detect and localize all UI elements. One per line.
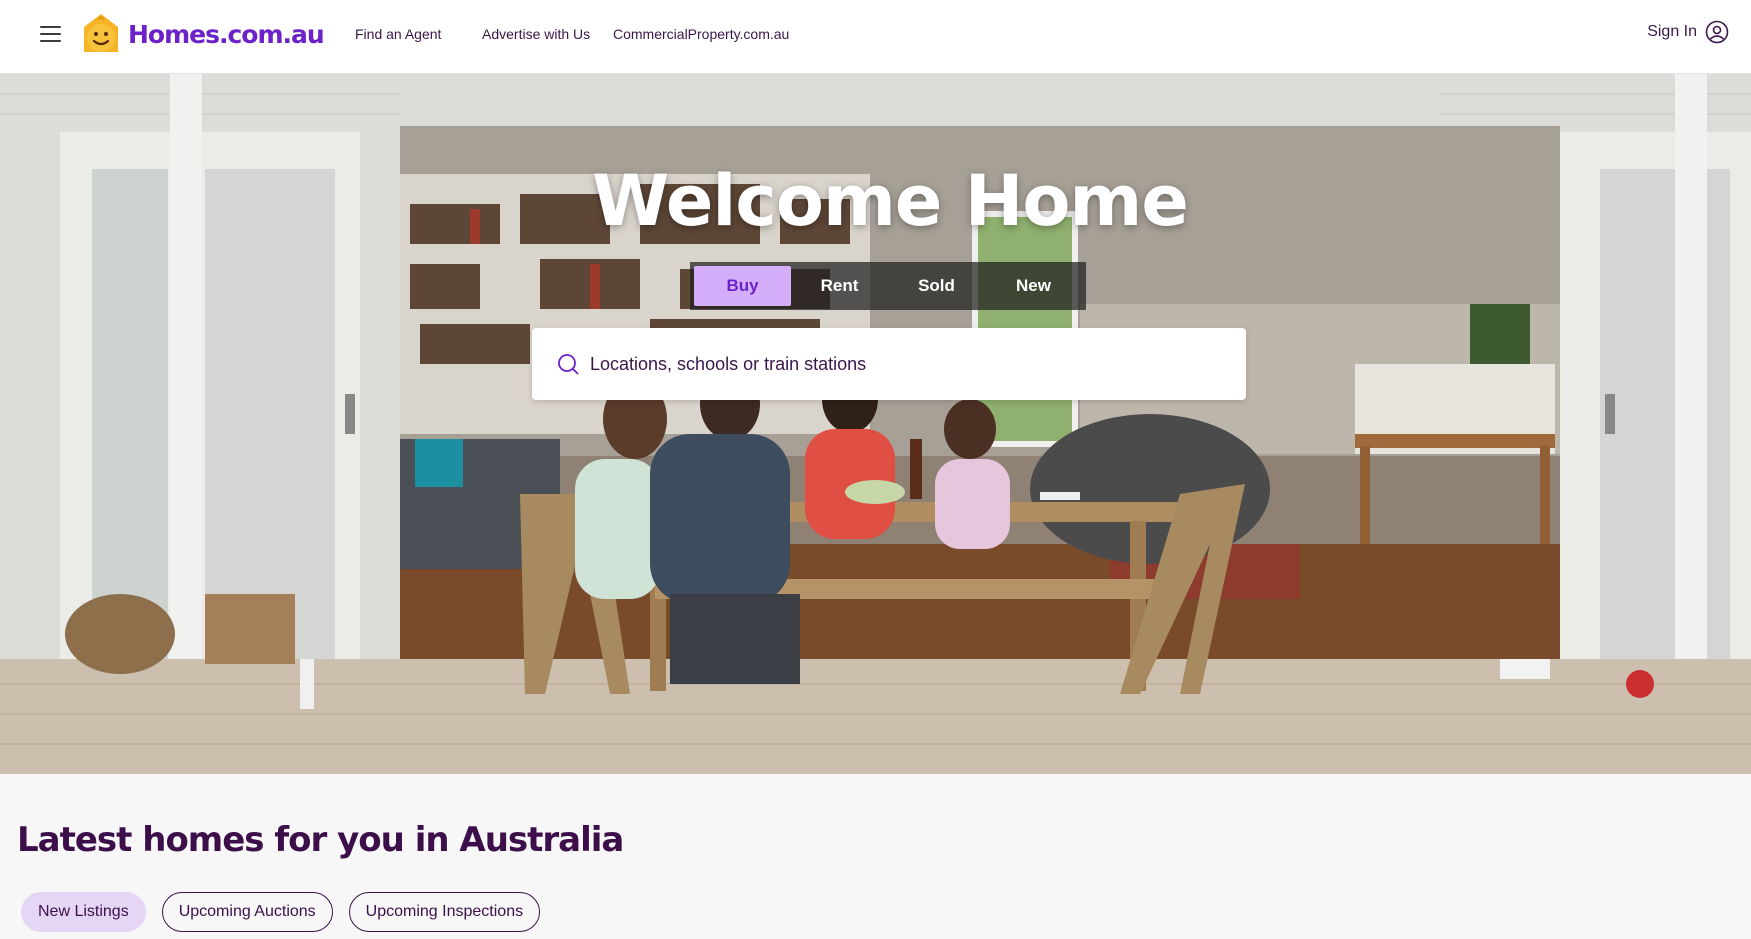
tab-rent[interactable]: Rent [791, 266, 888, 306]
logo-house-icon [84, 14, 118, 52]
latest-homes-heading: Latest homes for you in Australia [17, 820, 624, 860]
nav-find-agent[interactable]: Find an Agent [355, 26, 441, 42]
chip-new-listings[interactable]: New Listings [21, 892, 146, 932]
sign-in-button[interactable]: Sign In [1647, 20, 1729, 44]
tab-new[interactable]: New [985, 266, 1082, 306]
search-box [532, 328, 1246, 400]
chip-upcoming-auctions[interactable]: Upcoming Auctions [161, 892, 333, 932]
search-icon [558, 354, 579, 375]
location-search-input[interactable] [590, 353, 1230, 375]
chip-upcoming-inspections[interactable]: Upcoming Inspections [348, 892, 541, 932]
tab-sold[interactable]: Sold [888, 266, 985, 306]
homes-logo[interactable]: Homes.com.au [78, 12, 325, 56]
nav-advertise[interactable]: Advertise with Us [482, 26, 590, 42]
hero-title: Welcome Home [592, 160, 1189, 242]
tab-buy[interactable]: Buy [694, 266, 791, 306]
site-header: Homes.com.au Find an Agent Advertise wit… [0, 0, 1751, 74]
listing-type-tabs: Buy Rent Sold New [690, 262, 1086, 310]
nav-commercial-property[interactable]: CommercialProperty.com.au [613, 26, 789, 42]
user-account-icon [1705, 20, 1729, 44]
listing-filter-chips: New Listings Upcoming Auctions Upcoming … [21, 892, 541, 932]
sign-in-label: Sign In [1647, 23, 1697, 40]
menu-icon[interactable] [40, 26, 61, 42]
hero-banner: Welcome Home Buy Rent Sold New [0, 74, 1751, 774]
logo-text: Homes.com.au [128, 19, 325, 49]
